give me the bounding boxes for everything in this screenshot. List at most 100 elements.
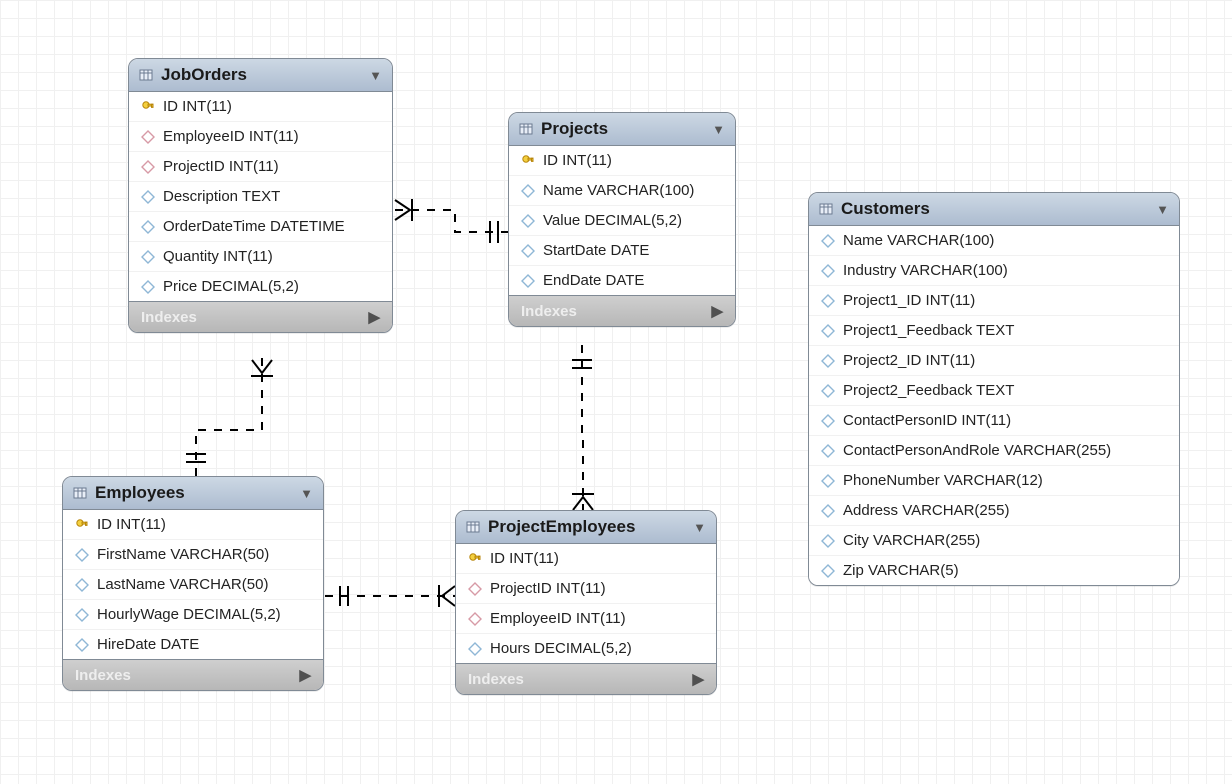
- entity-title: Employees: [95, 483, 292, 503]
- column-icon: [521, 214, 535, 228]
- column-icon: [821, 504, 835, 518]
- column-row[interactable]: ContactPersonID INT(11): [809, 406, 1179, 436]
- expand-icon[interactable]: ▶: [299, 666, 311, 684]
- expand-icon[interactable]: ▶: [368, 308, 380, 326]
- column-name: EmployeeID INT(11): [163, 128, 299, 145]
- column-icon: [75, 608, 89, 622]
- column-row[interactable]: Project2_Feedback TEXT: [809, 376, 1179, 406]
- column-icon: [821, 234, 835, 248]
- column-row[interactable]: Name VARCHAR(100): [809, 226, 1179, 256]
- column-row[interactable]: OrderDateTime DATETIME: [129, 212, 392, 242]
- indexes-row[interactable]: Indexes ▶: [456, 663, 716, 694]
- entity-joborders[interactable]: JobOrders ▼ ID INT(11) EmployeeID INT(11)…: [128, 58, 393, 333]
- column-row[interactable]: FirstName VARCHAR(50): [63, 540, 323, 570]
- column-name: ProjectID INT(11): [490, 580, 606, 597]
- column-row[interactable]: Address VARCHAR(255): [809, 496, 1179, 526]
- indexes-label: Indexes: [521, 303, 577, 320]
- entity-title: Customers: [841, 199, 1148, 219]
- indexes-row[interactable]: Indexes ▶: [509, 295, 735, 326]
- foreign-key-icon: [468, 582, 482, 596]
- column-icon: [75, 638, 89, 652]
- column-name: FirstName VARCHAR(50): [97, 546, 269, 563]
- collapse-icon[interactable]: ▼: [1156, 202, 1169, 217]
- column-row[interactable]: Project1_ID INT(11): [809, 286, 1179, 316]
- table-icon: [519, 122, 533, 136]
- entity-projects[interactable]: Projects ▼ ID INT(11)Name VARCHAR(100) Va…: [508, 112, 736, 327]
- foreign-key-icon: [141, 130, 155, 144]
- column-row[interactable]: ProjectID INT(11): [456, 574, 716, 604]
- column-name: Price DECIMAL(5,2): [163, 278, 299, 295]
- column-row[interactable]: PhoneNumber VARCHAR(12): [809, 466, 1179, 496]
- entity-header[interactable]: JobOrders ▼: [129, 59, 392, 92]
- column-name: Project1_Feedback TEXT: [843, 322, 1014, 339]
- column-row[interactable]: ID INT(11): [129, 92, 392, 122]
- column-row[interactable]: EmployeeID INT(11): [456, 604, 716, 634]
- indexes-row[interactable]: Indexes ▶: [129, 301, 392, 332]
- entity-customers[interactable]: Customers ▼ Name VARCHAR(100) Industry VA…: [808, 192, 1180, 586]
- indexes-row[interactable]: Indexes ▶: [63, 659, 323, 690]
- column-icon: [821, 444, 835, 458]
- column-row[interactable]: ID INT(11): [509, 146, 735, 176]
- column-row[interactable]: ID INT(11): [456, 544, 716, 574]
- collapse-icon[interactable]: ▼: [369, 68, 382, 83]
- expand-icon[interactable]: ▶: [692, 670, 704, 688]
- expand-icon[interactable]: ▶: [711, 302, 723, 320]
- column-name: ID INT(11): [97, 516, 166, 533]
- column-icon: [141, 250, 155, 264]
- column-row[interactable]: Project1_Feedback TEXT: [809, 316, 1179, 346]
- column-icon: [821, 534, 835, 548]
- table-icon: [819, 202, 833, 216]
- column-row[interactable]: Value DECIMAL(5,2): [509, 206, 735, 236]
- column-row[interactable]: Description TEXT: [129, 182, 392, 212]
- column-icon: [141, 280, 155, 294]
- column-name: EndDate DATE: [543, 272, 644, 289]
- column-row[interactable]: Quantity INT(11): [129, 242, 392, 272]
- entity-header[interactable]: ProjectEmployees ▼: [456, 511, 716, 544]
- column-name: Project1_ID INT(11): [843, 292, 975, 309]
- column-name: ID INT(11): [163, 98, 232, 115]
- entity-header[interactable]: Customers ▼: [809, 193, 1179, 226]
- column-row[interactable]: EndDate DATE: [509, 266, 735, 295]
- entity-header[interactable]: Employees ▼: [63, 477, 323, 510]
- indexes-label: Indexes: [141, 309, 197, 326]
- column-row[interactable]: EmployeeID INT(11): [129, 122, 392, 152]
- column-row[interactable]: HireDate DATE: [63, 630, 323, 659]
- entity-header[interactable]: Projects ▼: [509, 113, 735, 146]
- column-name: Quantity INT(11): [163, 248, 273, 265]
- collapse-icon[interactable]: ▼: [300, 486, 313, 501]
- column-name: Zip VARCHAR(5): [843, 562, 959, 579]
- column-name: Industry VARCHAR(100): [843, 262, 1008, 279]
- primary-key-icon: [468, 552, 482, 566]
- column-icon: [821, 264, 835, 278]
- column-name: Address VARCHAR(255): [843, 502, 1009, 519]
- column-row[interactable]: Zip VARCHAR(5): [809, 556, 1179, 585]
- primary-key-icon: [141, 100, 155, 114]
- entity-employees[interactable]: Employees ▼ ID INT(11) FirstName VARCHAR(…: [62, 476, 324, 691]
- entity-projectemployees[interactable]: ProjectEmployees ▼ ID INT(11) ProjectID I…: [455, 510, 717, 695]
- column-name: Hours DECIMAL(5,2): [490, 640, 632, 657]
- column-row[interactable]: City VARCHAR(255): [809, 526, 1179, 556]
- column-row[interactable]: LastName VARCHAR(50): [63, 570, 323, 600]
- entity-columns: ID INT(11) EmployeeID INT(11) ProjectID IN…: [129, 92, 392, 301]
- collapse-icon[interactable]: ▼: [712, 122, 725, 137]
- table-icon: [466, 520, 480, 534]
- column-name: ID INT(11): [490, 550, 559, 567]
- column-row[interactable]: StartDate DATE: [509, 236, 735, 266]
- entity-title: ProjectEmployees: [488, 517, 685, 537]
- column-name: City VARCHAR(255): [843, 532, 980, 549]
- collapse-icon[interactable]: ▼: [693, 520, 706, 535]
- column-row[interactable]: ContactPersonAndRole VARCHAR(255): [809, 436, 1179, 466]
- column-icon: [75, 578, 89, 592]
- column-row[interactable]: Industry VARCHAR(100): [809, 256, 1179, 286]
- column-icon: [821, 414, 835, 428]
- column-row[interactable]: Price DECIMAL(5,2): [129, 272, 392, 301]
- column-row[interactable]: Hours DECIMAL(5,2): [456, 634, 716, 663]
- primary-key-icon: [521, 154, 535, 168]
- column-row[interactable]: Project2_ID INT(11): [809, 346, 1179, 376]
- column-icon: [521, 184, 535, 198]
- column-row[interactable]: ProjectID INT(11): [129, 152, 392, 182]
- column-row[interactable]: HourlyWage DECIMAL(5,2): [63, 600, 323, 630]
- column-row[interactable]: Name VARCHAR(100): [509, 176, 735, 206]
- column-row[interactable]: ID INT(11): [63, 510, 323, 540]
- column-name: Value DECIMAL(5,2): [543, 212, 682, 229]
